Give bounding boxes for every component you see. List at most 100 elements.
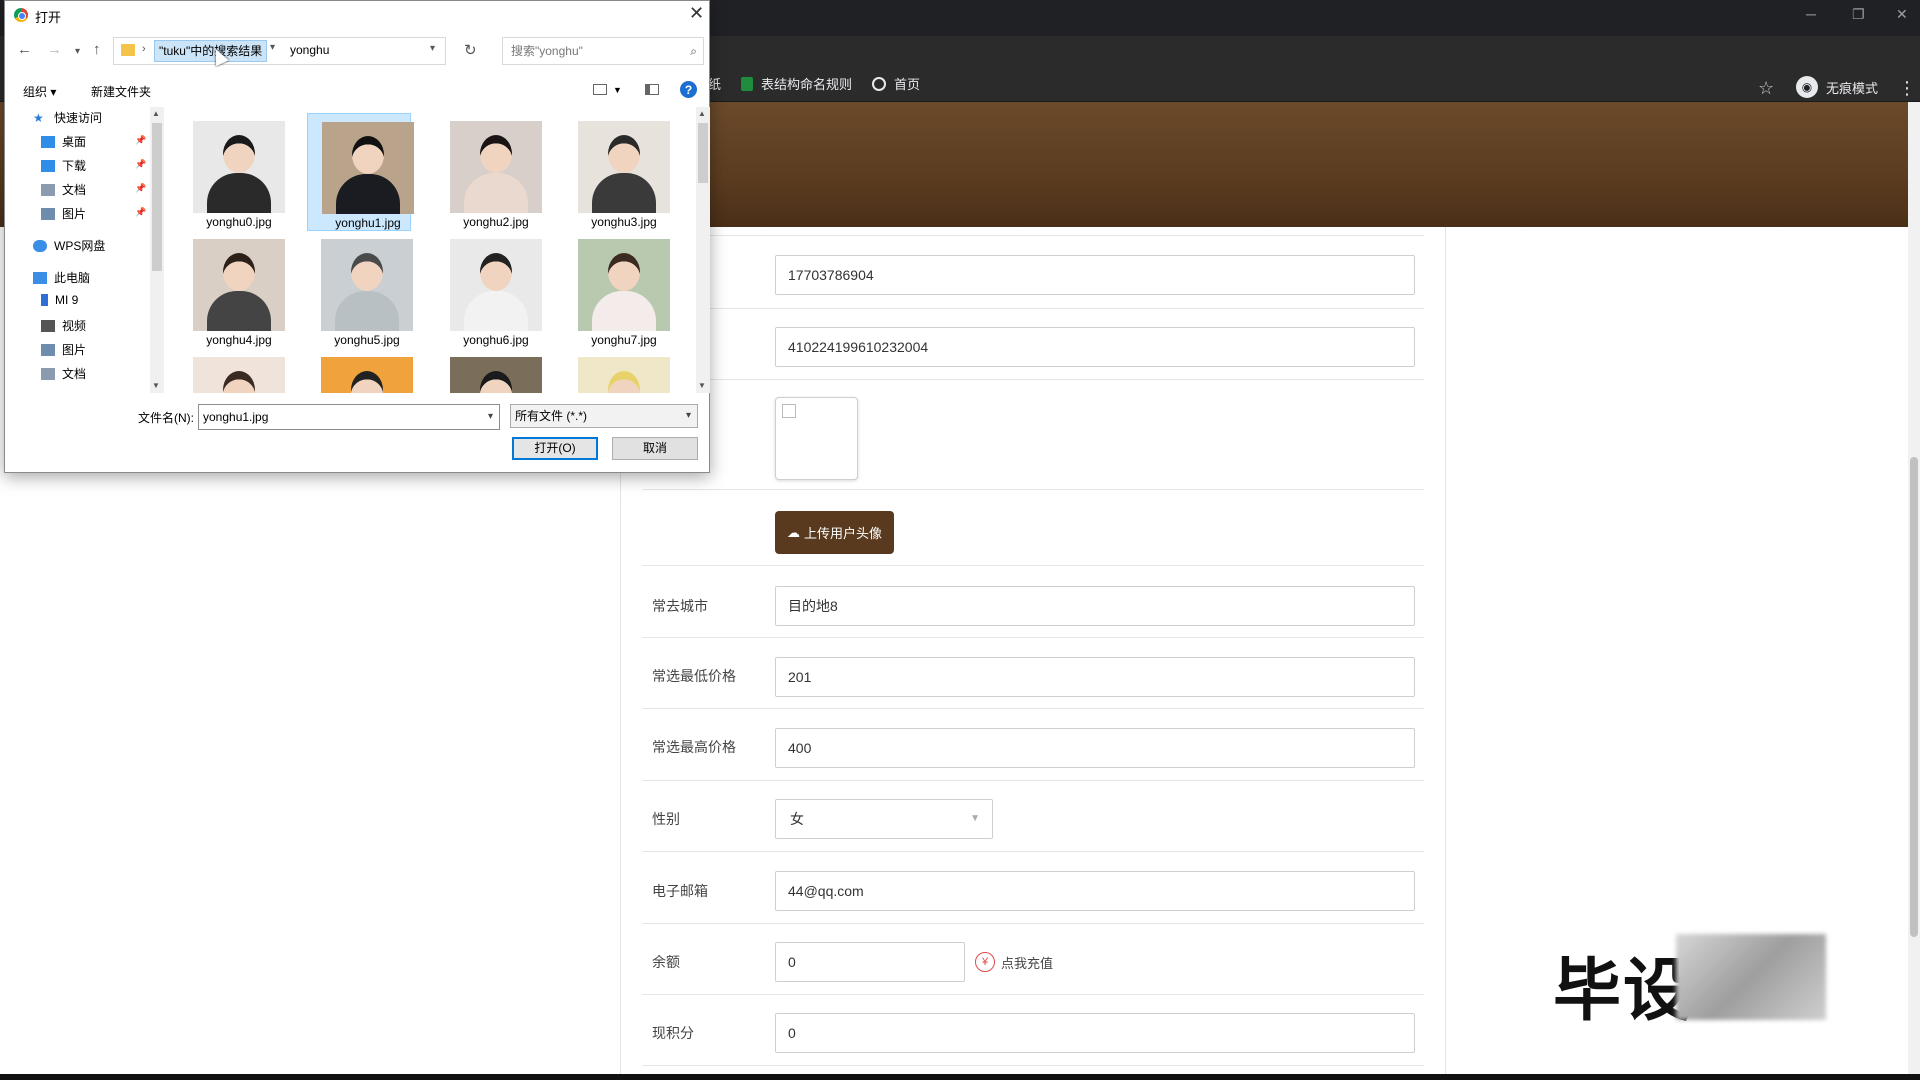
pin-icon[interactable]: 📌	[135, 183, 146, 194]
filetype-select[interactable]: 所有文件 (*.*) ▾	[510, 404, 698, 428]
nav-item-label: WPS网盘	[54, 239, 106, 253]
pin-icon[interactable]: 📌	[135, 207, 146, 218]
nav-item[interactable]: 文档	[41, 365, 86, 382]
chevron-down-icon[interactable]: ▾	[686, 405, 691, 427]
idcard-input[interactable]: 410224199610232004	[775, 327, 1415, 367]
nav-item[interactable]: ★ 快速访问	[33, 109, 102, 126]
nav-item[interactable]: 视频	[41, 317, 86, 334]
scroll-up-icon[interactable]: ▲	[152, 109, 160, 118]
page-scrollbar-thumb[interactable]	[1910, 457, 1918, 937]
scroll-down-icon[interactable]: ▼	[698, 381, 706, 390]
close-window-icon[interactable]: ✕	[1896, 6, 1908, 23]
file-name: yonghu3.jpg	[591, 215, 657, 229]
nav-item[interactable]: 下载	[41, 157, 86, 174]
max-price-input[interactable]: 400	[775, 728, 1415, 768]
cancel-button[interactable]: 取消	[612, 437, 698, 460]
upload-avatar-button[interactable]: ☁ 上传用户头像	[775, 511, 894, 554]
gender-select[interactable]: 女 ▼	[775, 799, 993, 839]
file-tile[interactable]	[307, 349, 413, 393]
view-mode-icon[interactable]	[593, 84, 607, 95]
nav-item[interactable]: 此电脑	[33, 269, 90, 286]
file-tile[interactable]: yonghu1.jpg	[307, 113, 414, 231]
restore-icon[interactable]: ❐	[1852, 6, 1865, 23]
phone-input[interactable]: 17703786904	[775, 255, 1415, 295]
file-tile[interactable]: yonghu6.jpg	[436, 231, 542, 349]
balance-label: 余额	[652, 954, 680, 970]
minimize-icon[interactable]: ─	[1806, 6, 1816, 22]
bookmark-star-icon[interactable]: ☆	[1758, 78, 1774, 99]
nav-item[interactable]: MI 9	[41, 293, 78, 307]
refresh-icon[interactable]: ↻	[464, 41, 477, 59]
pin-icon[interactable]: 📌	[135, 135, 146, 146]
download-icon	[41, 159, 55, 172]
pin-icon[interactable]: 📌	[135, 159, 146, 170]
address-bar[interactable]: › "tuku"中的搜索结果 ▾ yonghu ▾	[113, 37, 446, 65]
nav-item[interactable]: 文档	[41, 181, 86, 198]
recharge-link[interactable]: ¥ 点我充值	[975, 952, 1053, 972]
computer-icon	[33, 271, 47, 284]
portrait-head	[352, 136, 384, 174]
portrait-head	[351, 253, 383, 291]
filename-input[interactable]: yonghu1.jpg ▾	[198, 404, 500, 430]
globe-icon	[872, 76, 887, 91]
file-scroll-thumb[interactable]	[698, 123, 708, 183]
video-icon	[41, 319, 55, 332]
nav-item[interactable]: 图片	[41, 205, 86, 222]
help-icon[interactable]: ?	[680, 81, 697, 98]
star-icon: ★	[33, 110, 44, 125]
bookmark-item[interactable]: 首页	[872, 74, 920, 93]
file-tile[interactable]: yonghu3.jpg	[564, 113, 670, 231]
chrome-logo-icon	[14, 8, 28, 22]
file-tile[interactable]	[564, 349, 670, 393]
file-tile[interactable]	[179, 349, 285, 393]
min-price-input[interactable]: 201	[775, 657, 1415, 697]
chevron-down-icon[interactable]: ▾	[270, 42, 275, 53]
file-tile[interactable]: yonghu2.jpg	[436, 113, 542, 231]
file-thumbnail	[450, 121, 542, 213]
incognito-icon: ◉	[1796, 76, 1818, 98]
nav-scroll-thumb[interactable]	[152, 123, 162, 271]
balance-input[interactable]: 0	[775, 942, 965, 982]
new-folder-button[interactable]: 新建文件夹	[91, 83, 151, 100]
nav-item[interactable]: WPS网盘	[33, 237, 105, 254]
chevron-down-icon[interactable]: ▾	[488, 405, 493, 429]
file-thumbnail	[193, 357, 285, 393]
file-tile[interactable]: yonghu0.jpg	[179, 113, 285, 231]
file-tile[interactable]: yonghu7.jpg	[564, 231, 670, 349]
dialog-search-input[interactable]: 搜索"yonghu" ⌕	[502, 37, 704, 65]
form-row-min-price: 常选最低价格 201	[642, 638, 1424, 709]
view-dropdown-icon[interactable]: ▼	[613, 85, 622, 95]
file-scrollbar[interactable]: ▲ ▼	[696, 107, 710, 393]
address-history-icon[interactable]: ▾	[430, 43, 435, 54]
close-icon[interactable]: ✕	[689, 3, 704, 24]
scroll-up-icon[interactable]: ▲	[698, 109, 706, 118]
filename-label: 文件名(N):	[138, 411, 194, 425]
file-tile[interactable]: yonghu4.jpg	[179, 231, 285, 349]
page-scrollbar[interactable]	[1908, 102, 1920, 1074]
back-arrow-icon[interactable]: ←	[17, 41, 32, 58]
email-input[interactable]: 44@qq.com	[775, 871, 1415, 911]
form-row-city: 常去城市 目的地8	[642, 566, 1424, 638]
up-arrow-icon[interactable]: ↑	[93, 41, 101, 58]
breadcrumb-current[interactable]: yonghu	[290, 43, 329, 57]
nav-scrollbar[interactable]: ▲ ▼	[150, 107, 164, 393]
nav-item-label: 文档	[62, 183, 87, 197]
nav-item[interactable]: 图片	[41, 341, 86, 358]
organize-button[interactable]: 组织 ▾	[23, 83, 56, 100]
incognito-indicator[interactable]: ◉ 无痕模式	[1796, 76, 1878, 98]
nav-item[interactable]: 桌面	[41, 133, 86, 150]
forward-arrow-icon[interactable]: →	[47, 41, 62, 58]
points-input[interactable]: 0	[775, 1013, 1415, 1053]
search-icon[interactable]: ⌕	[690, 38, 697, 64]
city-input[interactable]: 目的地8	[775, 586, 1415, 626]
form-divider	[642, 227, 1424, 236]
file-tile[interactable]	[436, 349, 542, 393]
browser-menu-icon[interactable]: ⋮	[1898, 78, 1916, 99]
file-tile[interactable]: yonghu5.jpg	[307, 231, 413, 349]
bookmark-item[interactable]: 表结构命名规则	[741, 74, 852, 93]
preview-pane-icon[interactable]	[645, 84, 659, 95]
recent-chevron-icon[interactable]: ▾	[75, 46, 80, 57]
open-button[interactable]: 打开(O)	[512, 437, 598, 460]
scroll-down-icon[interactable]: ▼	[152, 381, 160, 390]
avatar-preview[interactable]	[775, 397, 858, 480]
